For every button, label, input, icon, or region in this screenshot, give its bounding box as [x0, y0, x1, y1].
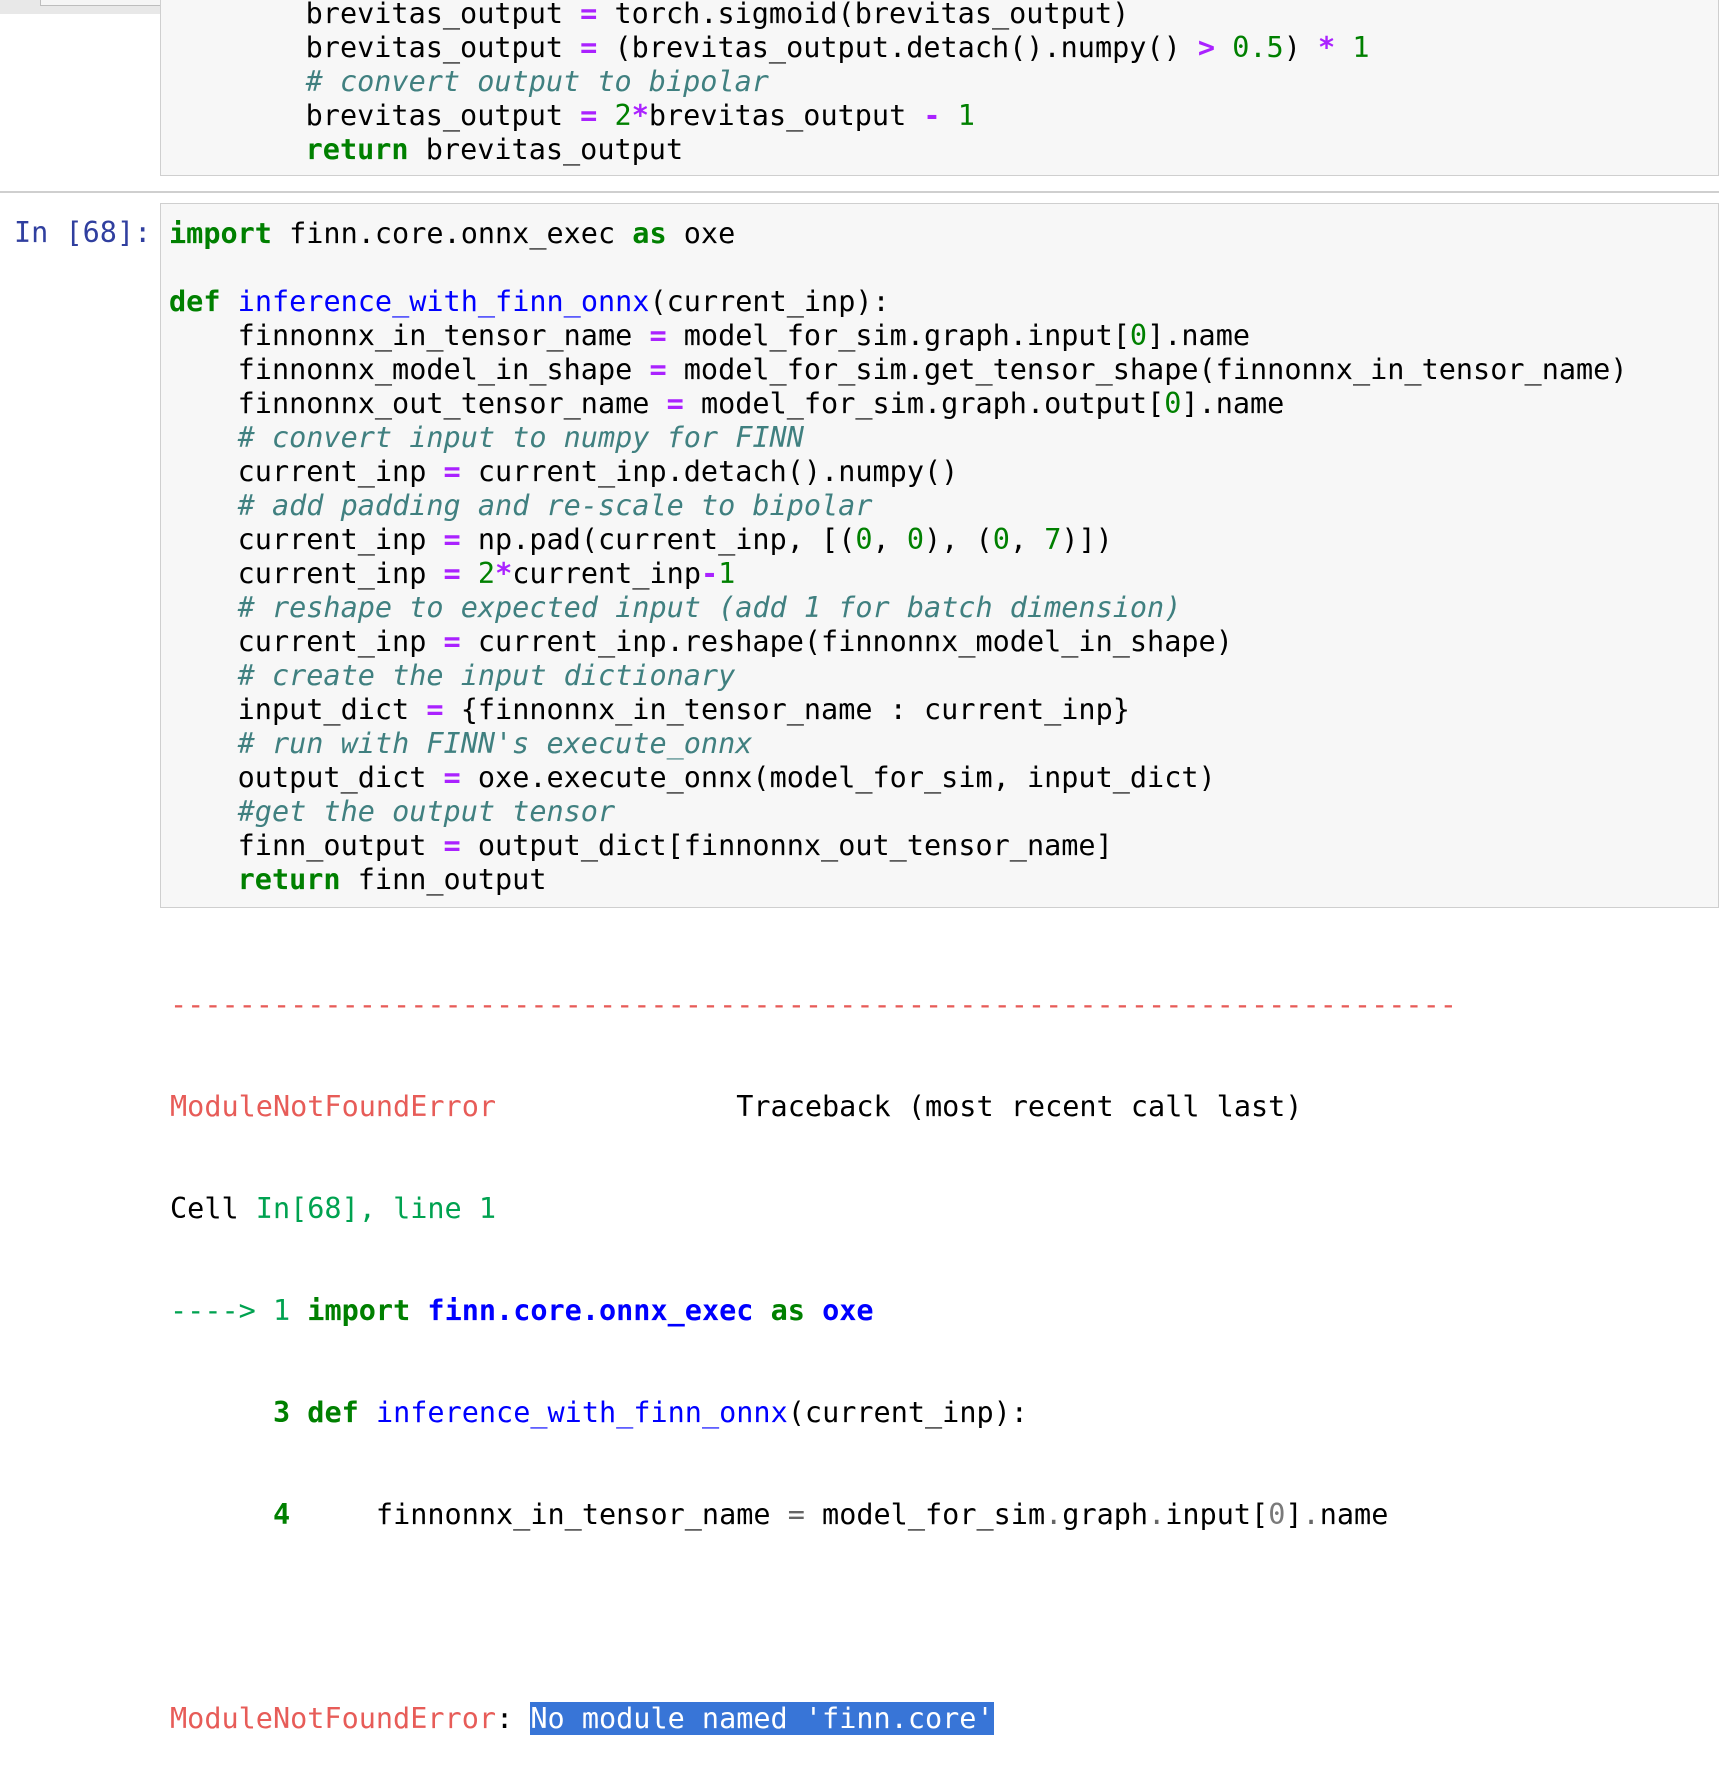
- final-error-line: ModuleNotFoundError: No module named 'fi…: [170, 1702, 1457, 1736]
- code-line: # convert input to numpy for FINN: [237, 421, 804, 454]
- code-line: finnonnx_model_in_shape = model_for_sim.…: [169, 353, 1628, 386]
- traceback-cell-ref: Cell In[68], line 1: [170, 1192, 1457, 1226]
- traceback-line-1: ----> 1 import finn.core.onnx_exec as ox…: [170, 1294, 874, 1327]
- traceback-line-4-text: finnonnx_in_tensor_name: [307, 1498, 788, 1531]
- code-line: current_inp = np.pad(current_inp, [(0, 0…: [169, 523, 1113, 556]
- traceback-line-number: 3: [170, 1396, 308, 1429]
- code-line: current_inp = current_inp.detach().numpy…: [169, 455, 959, 488]
- traceback-error-name: ModuleNotFoundError: [170, 1090, 497, 1123]
- code-line: return finn_output: [237, 863, 547, 896]
- traceback-line-number: 4: [170, 1498, 308, 1531]
- code-line: #get the output tensor: [237, 795, 616, 828]
- traceback-line-4: 4 finnonnx_in_tensor_name = model_for_si…: [170, 1498, 1389, 1531]
- code-line: # reshape to expected input (add 1 for b…: [237, 591, 1182, 624]
- code-line: brevitas_output = 2*brevitas_output - 1: [237, 99, 975, 132]
- code-line: # convert output to bipolar: [305, 65, 769, 98]
- code-line: output_dict = oxe.execute_onnx(model_for…: [169, 761, 1216, 794]
- code-line: # run with FINN's execute_onnx: [237, 727, 753, 760]
- code-line: # create the input dictionary: [237, 659, 736, 692]
- traceback-line-3-rest: (current_inp):: [787, 1396, 1028, 1429]
- code-line: current_inp = 2*current_inp-1: [169, 557, 736, 590]
- traceback-cell-link[interactable]: In[68], line 1: [256, 1192, 496, 1225]
- cell-divider: [0, 191, 1719, 193]
- final-error-message[interactable]: No module named 'finn.core': [530, 1702, 994, 1735]
- browser-tab[interactable]: [40, 0, 167, 6]
- code-line: brevitas_output = (brevitas_output.detac…: [237, 31, 1370, 64]
- final-error-separator: :: [496, 1702, 531, 1735]
- code-line: import finn.core.onnx_exec as oxe: [169, 217, 736, 250]
- traceback-header: ModuleNotFoundError Traceback (most rece…: [170, 1090, 1457, 1124]
- code-line: return brevitas_output: [305, 133, 684, 166]
- traceback-line-3: 3 def inference_with_finn_onnx(current_i…: [170, 1396, 1028, 1429]
- code-cell-code[interactable]: import finn.core.onnx_exec as oxe def inf…: [169, 217, 1627, 897]
- code-line: finnonnx_out_tensor_name = model_for_sim…: [169, 387, 1285, 420]
- code-line: finnonnx_in_tensor_name = model_for_sim.…: [169, 319, 1251, 352]
- cell-prompt: In [68]:: [14, 216, 152, 249]
- traceback-arrow: ----> 1: [170, 1294, 308, 1327]
- code-line: input_dict = {finnonnx_in_tensor_name : …: [169, 693, 1130, 726]
- final-error-name: ModuleNotFoundError: [170, 1702, 497, 1735]
- traceback-cell-prefix: Cell: [170, 1192, 256, 1225]
- code-line: current_inp = current_inp.reshape(finnon…: [169, 625, 1233, 658]
- error-output: ----------------------------------------…: [170, 920, 1457, 1770]
- code-line: # add padding and re-scale to bipolar: [237, 489, 873, 522]
- code-line: def inference_with_finn_onnx(current_inp…: [169, 285, 890, 318]
- previous-code-cell[interactable]: brevitas_output = torch.sigmoid(brevitas…: [160, 0, 1719, 176]
- traceback-dashes: ----------------------------------------…: [170, 988, 1457, 1021]
- code-line: finn_output = output_dict[finnonnx_out_t…: [169, 829, 1113, 862]
- code-cell-editor[interactable]: import finn.core.onnx_exec as oxe def inf…: [160, 203, 1719, 908]
- traceback-label: Traceback (most recent call last): [736, 1090, 1303, 1123]
- code-line: brevitas_output = torch.sigmoid(brevitas…: [237, 0, 1130, 30]
- previous-cell-code[interactable]: brevitas_output = torch.sigmoid(brevitas…: [237, 0, 1370, 167]
